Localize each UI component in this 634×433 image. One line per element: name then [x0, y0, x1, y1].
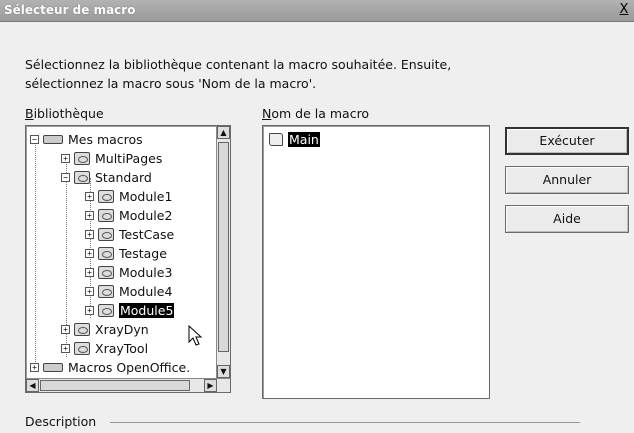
tree-item-xraydyn[interactable]: + XrayDyn [61, 320, 149, 339]
instructions: Sélectionnez la bibliothèque contenant l… [25, 55, 505, 93]
expand-icon[interactable]: + [85, 306, 94, 315]
module-icon [98, 304, 114, 317]
library-icon [74, 152, 90, 165]
tree-item-macros-openoffice[interactable]: + Macros OpenOffice. [30, 358, 190, 377]
instructions-line-2: sélectionnez la macro sous 'Nom de la ma… [25, 76, 317, 91]
scroll-right-icon[interactable]: ▶ [204, 379, 217, 392]
macro-name-label: Nom de la macro [262, 106, 369, 121]
script-icon [269, 133, 283, 146]
tree-item-testcase[interactable]: + TestCase [85, 225, 174, 244]
expand-icon[interactable]: + [85, 287, 94, 296]
tree-item-label: Module3 [119, 265, 173, 280]
tree-vertical-scrollbar[interactable]: ▲ ▼ [216, 126, 230, 379]
cancel-button[interactable]: Annuler [505, 166, 629, 194]
module-icon [98, 266, 114, 279]
tree-horizontal-scrollbar[interactable]: ◀ ▶ [26, 378, 230, 392]
tree-item-label: XrayDyn [95, 322, 149, 337]
macro-item-label: Main [288, 132, 320, 147]
tree-item-module4[interactable]: + Module4 [85, 282, 172, 301]
tree-item-label: Module2 [119, 208, 173, 223]
collapse-icon[interactable]: − [61, 173, 70, 182]
scroll-up-icon[interactable]: ▲ [217, 126, 230, 139]
tree-item-module3[interactable]: + Module3 [85, 263, 172, 282]
description-label: Description [25, 414, 97, 429]
mouse-pointer-icon [188, 325, 203, 346]
tree-item-label: MultiPages [95, 151, 163, 166]
tree-item-label: TestCase [119, 227, 175, 242]
tree-item-label: Mes macros [68, 132, 143, 147]
tree-item-label: Standard [95, 170, 152, 185]
title-bar: Sélecteur de macro X [0, 0, 634, 22]
tree-item-xraytool[interactable]: + XrayTool [61, 339, 148, 358]
tree-item-label: Module5 [119, 303, 175, 318]
drive-icon [43, 135, 63, 144]
library-label-accel: B [25, 106, 34, 121]
tree-item-standard[interactable]: − Standard [61, 168, 152, 187]
macro-name-list[interactable]: Main [262, 125, 490, 399]
tree-item-module2[interactable]: + Module2 [85, 206, 172, 225]
scroll-left-icon[interactable]: ◀ [26, 379, 39, 392]
expand-icon[interactable]: + [85, 249, 94, 258]
drive-icon [43, 363, 63, 372]
macro-name-label-accel: N [262, 106, 272, 121]
tree-vertical-scroll-thumb[interactable] [218, 142, 229, 352]
scroll-down-icon[interactable]: ▼ [217, 365, 230, 378]
library-icon [74, 323, 90, 336]
close-button[interactable]: X [616, 2, 632, 18]
library-icon [74, 342, 90, 355]
library-tree[interactable]: − Mes macros + MultiPages − Standard + M… [25, 125, 231, 393]
library-icon [74, 171, 90, 184]
collapse-icon[interactable]: − [30, 135, 39, 144]
tree-horizontal-scroll-thumb[interactable] [40, 380, 190, 391]
tree-item-label: Module1 [119, 189, 173, 204]
tree-item-module1[interactable]: + Module1 [85, 187, 172, 206]
module-icon [98, 285, 114, 298]
module-icon [98, 190, 114, 203]
expand-icon[interactable]: + [85, 211, 94, 220]
library-label: Bibliothèque [25, 106, 104, 121]
macro-item-main[interactable]: Main [269, 132, 320, 147]
expand-icon[interactable]: + [61, 344, 70, 353]
library-label-text: ibliothèque [33, 106, 104, 121]
tree-item-multipages[interactable]: + MultiPages [61, 149, 162, 168]
module-icon [98, 247, 114, 260]
window-title: Sélecteur de macro [4, 3, 136, 17]
tree-item-label: Testage [119, 246, 167, 261]
expand-icon[interactable]: + [61, 154, 70, 163]
expand-icon[interactable]: + [30, 363, 39, 372]
module-icon [98, 209, 114, 222]
expand-icon[interactable]: + [85, 268, 94, 277]
tree-item-label: XrayTool [95, 341, 149, 356]
tree-item-module5[interactable]: + Module5 [85, 301, 175, 320]
module-icon [98, 228, 114, 241]
tree-item-testage[interactable]: + Testage [85, 244, 167, 263]
expand-icon[interactable]: + [85, 230, 94, 239]
macro-name-label-text: om de la macro [271, 106, 370, 121]
expand-icon[interactable]: + [85, 192, 94, 201]
help-button[interactable]: Aide [505, 205, 629, 233]
instructions-line-1: Sélectionnez la bibliothèque contenant l… [25, 57, 452, 72]
tree-item-mes-macros[interactable]: − Mes macros [30, 130, 143, 149]
expand-icon[interactable]: + [61, 325, 70, 334]
run-button[interactable]: Exécuter [505, 127, 629, 155]
tree-item-label: Macros OpenOffice. [68, 360, 191, 375]
tree-item-label: Module4 [119, 284, 173, 299]
description-divider [110, 422, 580, 423]
